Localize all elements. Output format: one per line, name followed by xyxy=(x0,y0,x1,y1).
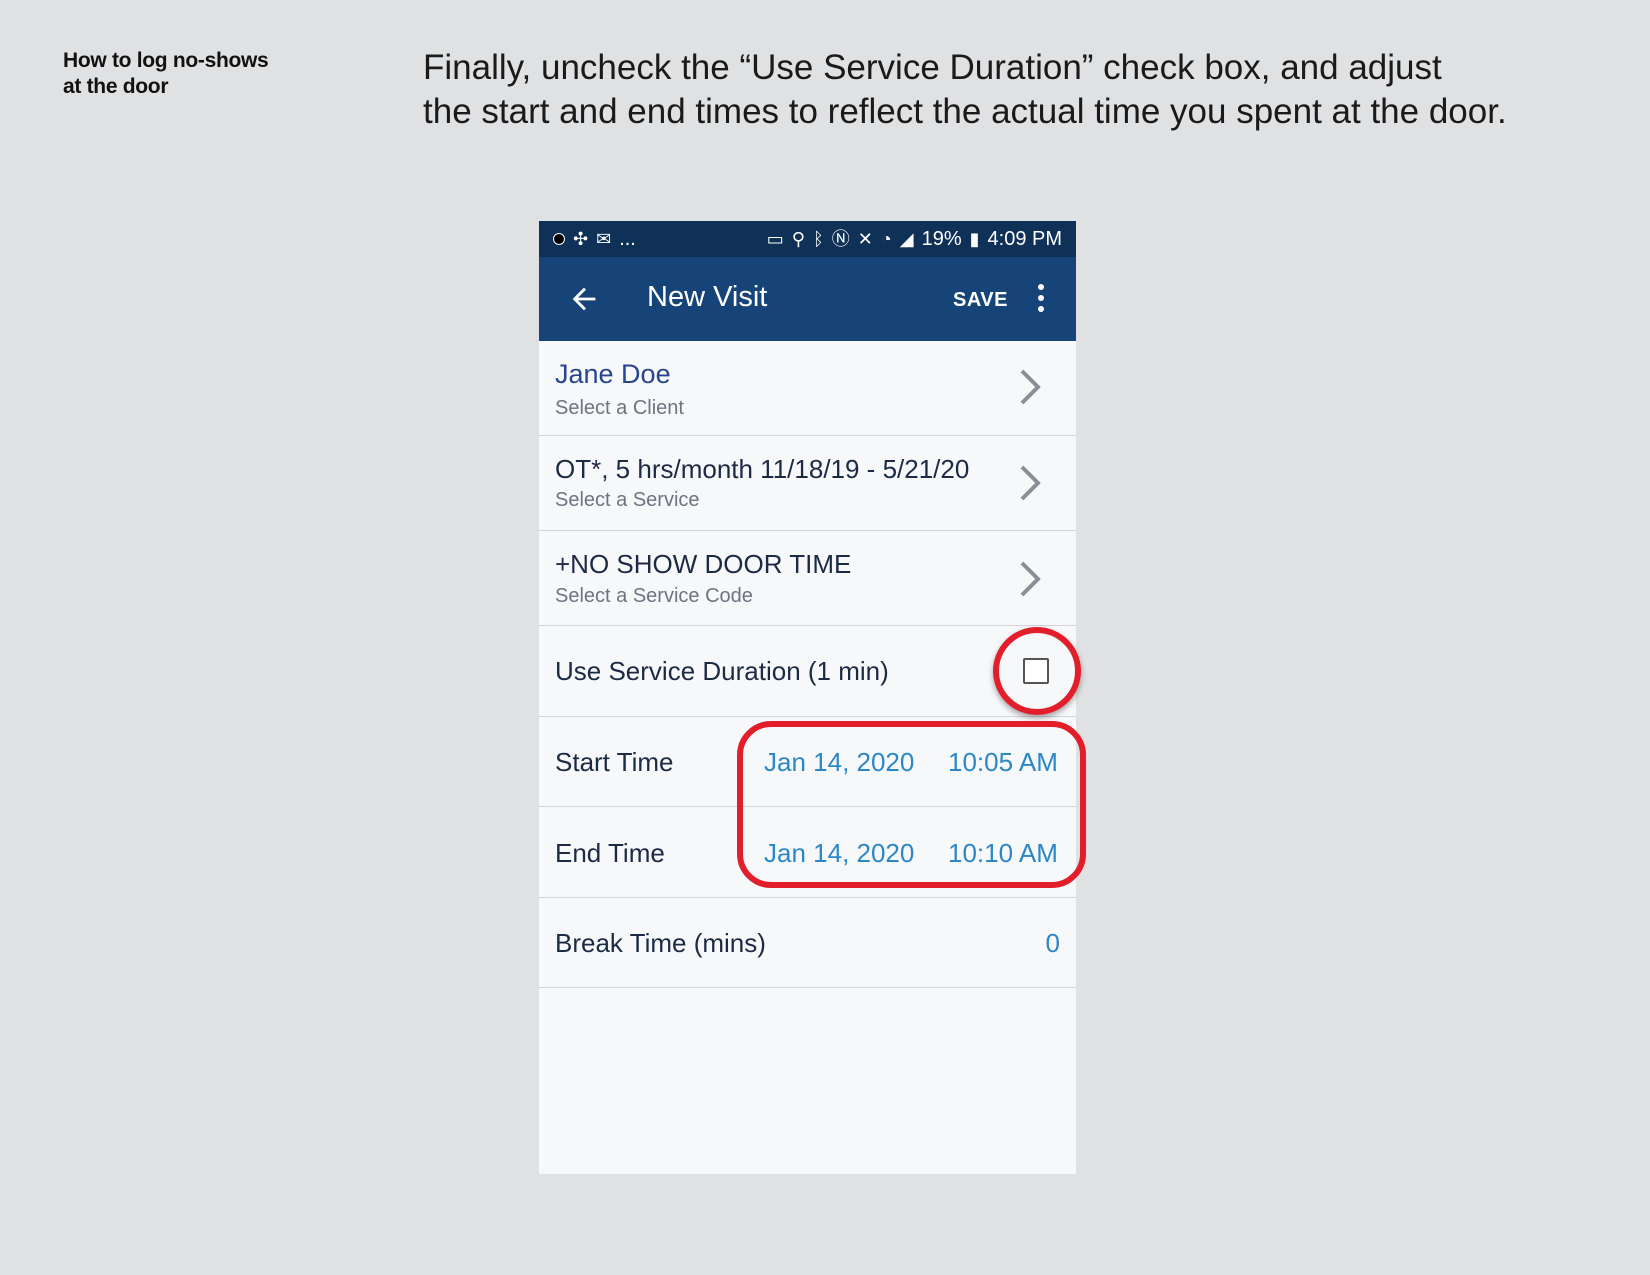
break-time-input[interactable]: 0 xyxy=(1046,928,1060,959)
battery-icon: ▮ xyxy=(969,229,980,249)
client-row[interactable]: Jane Doe Select a Client xyxy=(539,341,1076,436)
service-hint: Select a Service xyxy=(555,489,700,511)
break-time-row: Break Time (mins) 0 xyxy=(539,898,1076,988)
app-bar: New Visit SAVE xyxy=(539,257,1076,341)
notification-dot-icon xyxy=(553,233,565,245)
highlight-ring-times xyxy=(737,721,1086,888)
instruction-line-1: Finally, uncheck the “Use Service Durati… xyxy=(423,48,1442,87)
side-title-line-1: How to log no-shows xyxy=(63,49,269,72)
wifi-icon: ◔ xyxy=(880,229,892,249)
status-time: 4:09 PM xyxy=(987,227,1062,250)
chevron-right-icon xyxy=(1020,369,1041,405)
save-button[interactable]: SAVE xyxy=(953,289,1008,312)
signal-icon: ◢ xyxy=(899,229,914,249)
cast-icon: ▭ xyxy=(766,229,784,249)
status-more-text: ... xyxy=(619,227,636,250)
highlight-ring-checkbox xyxy=(993,627,1081,715)
chevron-right-icon xyxy=(1020,465,1041,501)
use-service-duration-label: Use Service Duration (1 min) xyxy=(555,656,889,686)
service-code-row[interactable]: +NO SHOW DOOR TIME Select a Service Code xyxy=(539,531,1076,626)
instruction-text: Finally, uncheck the “Use Service Durati… xyxy=(423,46,1623,134)
arrow-back-icon[interactable] xyxy=(567,282,601,316)
service-code-hint: Select a Service Code xyxy=(555,585,753,607)
nfc-icon: Ⓝ xyxy=(831,229,850,249)
side-title: How to log no-shows at the door xyxy=(63,48,323,100)
break-time-label: Break Time (mins) xyxy=(555,928,766,958)
client-name: Jane Doe xyxy=(555,359,671,389)
service-name: OT*, 5 hrs/month 11/18/19 - 5/21/20 xyxy=(555,454,970,484)
start-time-label: Start Time xyxy=(555,747,674,777)
location-icon: ⚲ xyxy=(791,229,805,249)
bluetooth-icon: ᛒ xyxy=(812,229,824,249)
chevron-right-icon xyxy=(1020,561,1041,597)
status-bar: ✣ ✉ ... ▭ ⚲ ᛒ Ⓝ ✕ ◔ ◢ 19% ▮ 4:09 PM xyxy=(539,221,1076,257)
client-hint: Select a Client xyxy=(555,397,684,419)
end-time-label: End Time xyxy=(555,838,665,868)
more-vert-icon[interactable] xyxy=(1037,284,1045,314)
page-title: New Visit xyxy=(647,281,768,313)
mail-icon: ✉ xyxy=(596,229,612,249)
instruction-line-2: the start and end times to reflect the a… xyxy=(423,92,1507,131)
mute-icon: ✕ xyxy=(857,229,873,249)
sync-icon: ✣ xyxy=(573,229,589,249)
service-code-name: +NO SHOW DOOR TIME xyxy=(555,549,852,579)
side-title-line-2: at the door xyxy=(63,75,169,98)
battery-percent: 19% xyxy=(921,227,962,250)
phone-screen: ✣ ✉ ... ▭ ⚲ ᛒ Ⓝ ✕ ◔ ◢ 19% ▮ 4:09 PM New … xyxy=(539,221,1076,1174)
service-row[interactable]: OT*, 5 hrs/month 11/18/19 - 5/21/20 Sele… xyxy=(539,436,1076,531)
